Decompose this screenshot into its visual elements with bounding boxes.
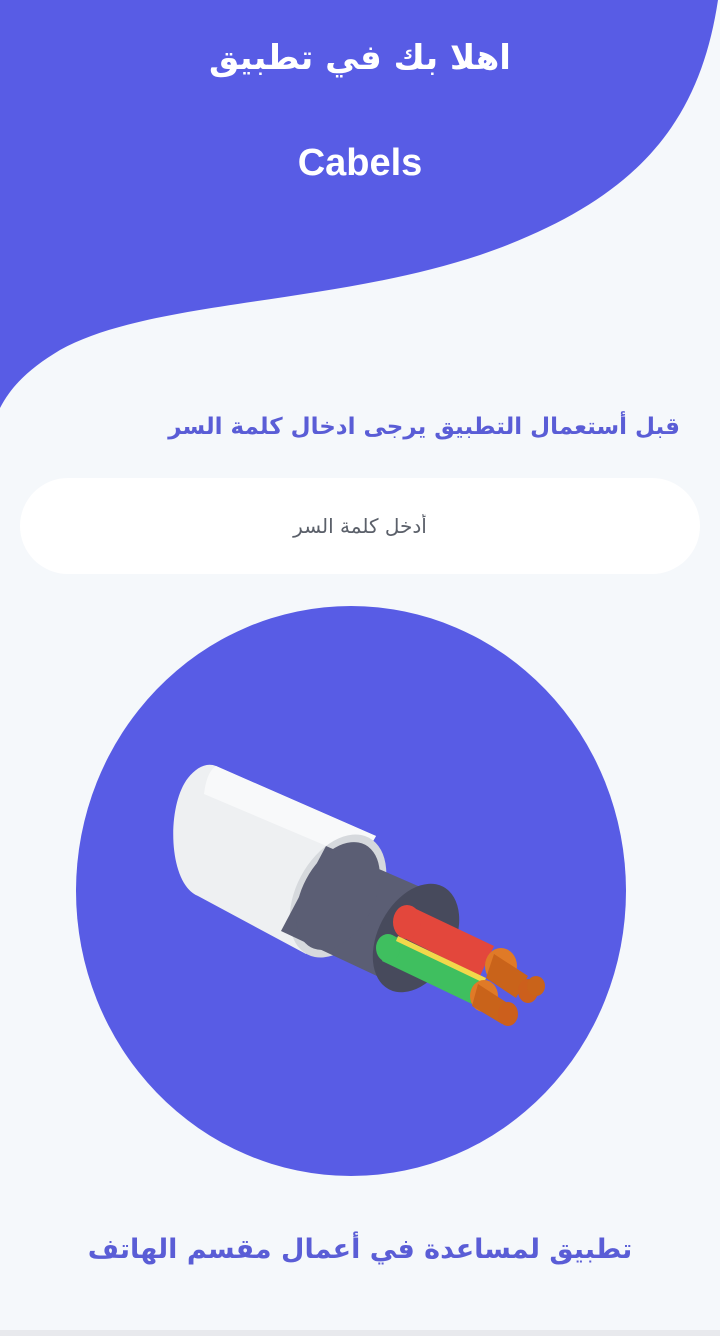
password-field-container [20,478,700,574]
app-name: Cabels [297,142,423,184]
welcome-title: اهلا بك في تطبيق [209,38,511,78]
cable-icon [76,606,626,1176]
app-description: تطبيق لمساعدة في أعمال مقسم الهاتف [87,1234,633,1265]
password-instruction: قبل أستعمال التطبيق يرجى ادخال كلمة السر [168,414,680,440]
bottom-bar [0,1330,720,1336]
password-input[interactable] [20,478,700,574]
